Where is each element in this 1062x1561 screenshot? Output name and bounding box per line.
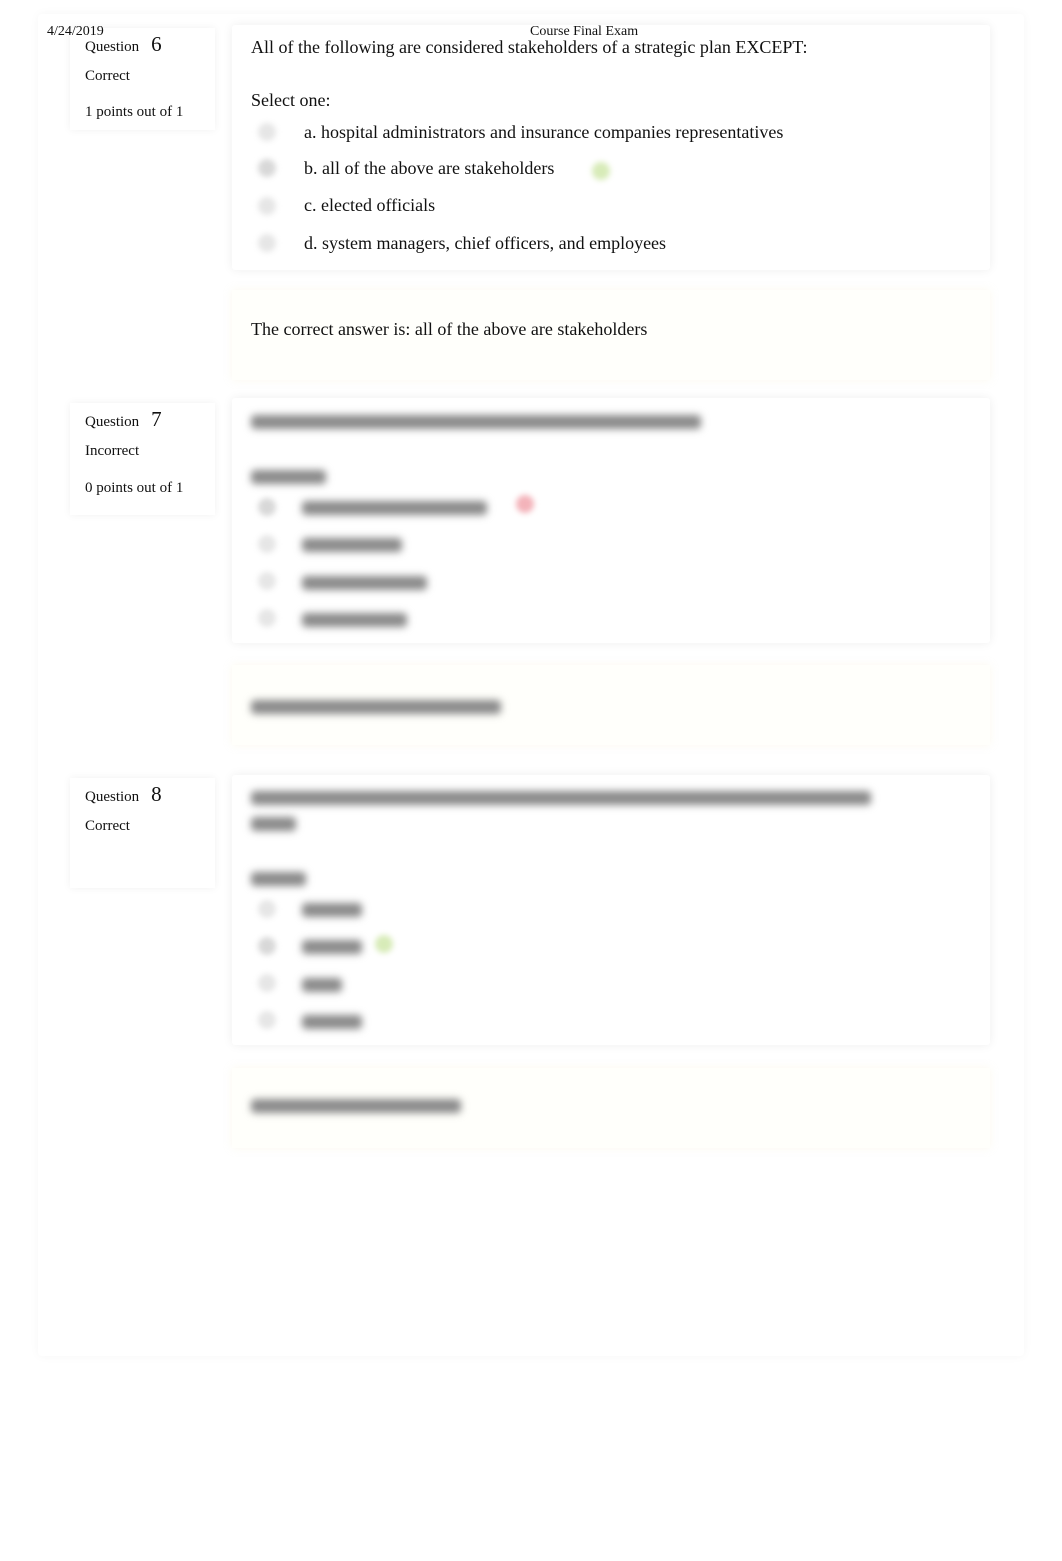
option-c-blurred[interactable]: [302, 576, 427, 590]
option-c[interactable]: c. elected officials: [304, 195, 435, 216]
cross-icon: [516, 495, 534, 513]
select-one-blurred: [251, 470, 326, 484]
select-one-label: Select one:: [251, 90, 331, 110]
question-content-6: All of the following are considered stak…: [232, 25, 990, 270]
option-d-radio[interactable]: [258, 609, 276, 627]
question-content-8: [232, 775, 990, 1045]
option-b[interactable]: b. all of the above are stakeholders: [304, 158, 554, 179]
feedback-7: [232, 665, 990, 745]
option-d-blurred[interactable]: [302, 613, 407, 627]
option-a-blurred[interactable]: [302, 501, 487, 515]
header-date: 4/24/2019: [47, 24, 104, 39]
header-title: Course Final Exam: [530, 24, 639, 39]
question-text-blurred-line2: [251, 817, 296, 831]
option-c-radio[interactable]: [258, 197, 276, 215]
option-b-radio[interactable]: [258, 937, 276, 955]
question-label: Question: [85, 414, 140, 430]
select-one-blurred: [251, 872, 306, 886]
question-info-7: Question 7 Incorrect 0 points out of 1: [70, 403, 215, 515]
option-a[interactable]: a. hospital administrators and insurance…: [304, 122, 783, 143]
option-b-radio[interactable]: [258, 159, 276, 177]
question-info-8: Question 8 Correct: [70, 778, 215, 888]
option-a-radio[interactable]: [258, 900, 276, 918]
question-label: Question: [85, 789, 140, 805]
option-c-radio[interactable]: [258, 974, 276, 992]
question-number: 7: [151, 407, 162, 431]
question-content-7: [232, 398, 990, 643]
option-c-radio[interactable]: [258, 572, 276, 590]
question-info-6: Question 6 Correct 1 points out of 1: [70, 28, 215, 130]
question-text-blurred: [251, 791, 871, 805]
option-a-radio[interactable]: [258, 498, 276, 516]
option-b-radio[interactable]: [258, 535, 276, 553]
option-d-radio[interactable]: [258, 234, 276, 252]
option-a-radio[interactable]: [258, 123, 276, 141]
option-c-blurred[interactable]: [302, 978, 342, 992]
check-icon: [375, 935, 393, 953]
feedback-6: The correct answer is: all of the above …: [232, 290, 990, 380]
question-number: 6: [151, 32, 162, 56]
correct-answer-text: The correct answer is: all of the above …: [251, 319, 648, 339]
question-status: Correct: [85, 68, 130, 84]
question-text: All of the following are considered stak…: [251, 37, 808, 57]
option-d-radio[interactable]: [258, 1011, 276, 1029]
question-status: Incorrect: [85, 443, 140, 459]
question-points: 0 points out of 1: [85, 480, 184, 496]
option-d[interactable]: d. system managers, chief officers, and …: [304, 233, 666, 254]
option-a-blurred[interactable]: [302, 903, 362, 917]
question-label: Question: [85, 39, 140, 55]
question-status: Correct: [85, 818, 130, 834]
correct-answer-blurred: [251, 1099, 461, 1113]
check-icon: [592, 162, 610, 180]
option-b-blurred[interactable]: [302, 940, 362, 954]
option-d-blurred[interactable]: [302, 1015, 362, 1029]
question-points: 1 points out of 1: [85, 104, 184, 120]
correct-answer-blurred: [251, 700, 501, 714]
option-b-blurred[interactable]: [302, 538, 402, 552]
question-number: 8: [151, 782, 162, 806]
question-text-blurred: [251, 415, 701, 429]
feedback-8: [232, 1068, 990, 1148]
